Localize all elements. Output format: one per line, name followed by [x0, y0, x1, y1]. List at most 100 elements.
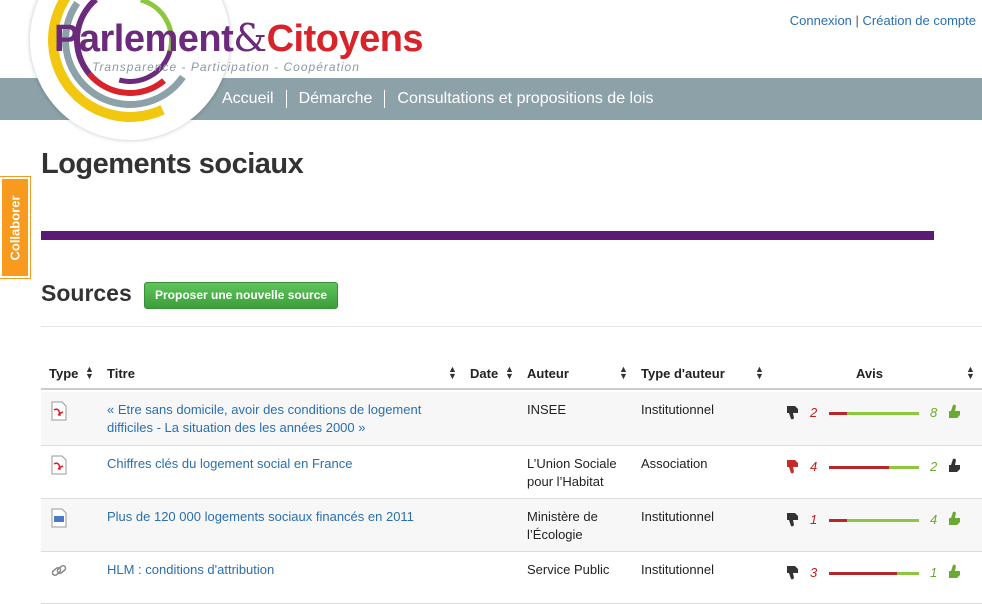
source-title-cell: Plus de 120 000 logements sociaux financ… [107, 508, 447, 526]
tab-avis-expertises[interactable]: Avis et expertises [262, 202, 438, 231]
document-file-icon [51, 508, 67, 528]
sort-icon[interactable]: ▲ ▼ [755, 365, 764, 381]
col-avis[interactable]: Avis [856, 366, 883, 381]
for-count: 4 [930, 512, 938, 527]
source-author-type: Institutionnel [641, 402, 714, 417]
avis-widget: 1 4 [784, 510, 974, 530]
source-author-type: Association [641, 456, 708, 471]
for-count: 2 [930, 459, 938, 474]
sort-icon[interactable]: ▲ ▼ [448, 365, 457, 381]
tab-label: Synthèse [445, 208, 512, 225]
vote-bar [829, 572, 919, 575]
pdf-file-icon [51, 401, 67, 421]
vote-bar-against [829, 519, 847, 522]
tab-label: Proposition de Loi [619, 208, 748, 225]
section-divider [41, 326, 982, 327]
main-nav: Accueil Démarche Consultations et propos… [210, 78, 666, 120]
tab-proposition-de-loi[interactable]: Proposition de Loi [599, 202, 776, 231]
source-title-cell: HLM : conditions d'attribution [107, 561, 447, 579]
source-title-cell: Chiffres clés du logement social en Fran… [107, 455, 447, 473]
source-title-cell: « Etre sans domicile, avoir des conditio… [107, 401, 447, 437]
section-title: Sources [41, 280, 132, 306]
nav-demarche[interactable]: Démarche [285, 90, 385, 108]
tagline: Transparence - Participation - Coopérati… [92, 60, 360, 74]
for-count: 8 [930, 405, 938, 420]
against-count: 2 [810, 405, 818, 420]
logo-ampersand: & [233, 16, 267, 60]
source-title-link[interactable]: « Etre sans domicile, avoir des conditio… [107, 402, 421, 435]
login-link[interactable]: Connexion [790, 13, 852, 28]
avis-widget: 2 8 [784, 403, 974, 423]
site-logo[interactable]: Parlement&Citoyens [54, 16, 424, 61]
sort-icon[interactable]: ▲ ▼ [85, 365, 94, 381]
page-title: Logements sociaux [41, 148, 304, 180]
auth-links: Connexion | Création de compte [790, 13, 976, 28]
logo-text-citoyens: Citoyens [266, 18, 424, 60]
tab-presentation[interactable]: Présentation [41, 202, 167, 231]
source-author-type: Institutionnel [641, 562, 714, 577]
source-author: Service Public [527, 562, 610, 577]
collaborer-label: Collaborer [7, 194, 23, 261]
thumbs-down-icon[interactable] [784, 563, 802, 581]
vote-bar [829, 412, 919, 415]
vote-bar-against [829, 572, 897, 575]
propose-source-button[interactable]: Proposer une nouvelle source [144, 282, 339, 309]
for-count: 1 [930, 565, 938, 580]
col-date[interactable]: Date [470, 366, 498, 381]
col-type[interactable]: Type [49, 366, 78, 381]
thumbs-up-icon[interactable] [946, 403, 964, 421]
tab-synthese[interactable]: Synthèse [425, 202, 530, 231]
avis-widget: 3 1 [784, 563, 974, 583]
col-titre[interactable]: Titre [107, 366, 135, 381]
tab-label: Mobilisation et suivi [785, 208, 924, 225]
sort-icon[interactable]: ▲ ▼ [619, 365, 628, 381]
auth-separator: | [855, 13, 859, 28]
source-author: Ministère de l’Écologie [527, 509, 598, 542]
source-title-link[interactable]: Plus de 120 000 logements sociaux financ… [107, 509, 414, 524]
vote-bar-against [829, 412, 847, 415]
tab-label: Débat [539, 208, 582, 225]
col-type-auteur[interactable]: Type d'auteur [641, 366, 725, 381]
tab-label: Avis et expertises [282, 208, 408, 225]
vote-bar [829, 519, 919, 522]
against-count: 3 [810, 565, 818, 580]
table-row: Plus de 120 000 logements sociaux financ… [41, 499, 982, 552]
table-row: Chiffres clés du logement social en Fran… [41, 446, 982, 499]
table-row: « Etre sans domicile, avoir des conditio… [41, 392, 982, 446]
pdf-file-icon [51, 455, 67, 475]
thumbs-up-icon[interactable] [946, 563, 964, 581]
tab-label: Sources [176, 208, 235, 225]
source-title-link[interactable]: HLM : conditions d'attribution [107, 562, 274, 577]
avis-widget: 4 2 [784, 457, 974, 477]
against-count: 4 [810, 459, 818, 474]
thumbs-down-icon[interactable] [784, 403, 802, 421]
source-author: L’Union Sociale pour l’Habitat [527, 456, 617, 489]
nav-consultations[interactable]: Consultations et propositions de lois [384, 90, 665, 108]
source-title-link[interactable]: Chiffres clés du logement social en Fran… [107, 456, 352, 471]
col-auteur[interactable]: Auteur [527, 366, 569, 381]
against-count: 1 [810, 512, 818, 527]
table-header: Type ▲ ▼ Titre ▲ ▼ Date ▲ ▼ Auteur ▲ ▼ Type … [41, 356, 982, 390]
link-icon [51, 564, 67, 577]
source-author: INSEE [527, 402, 567, 417]
thumbs-down-icon[interactable] [784, 510, 802, 528]
register-link[interactable]: Création de compte [863, 13, 976, 28]
table-row: HLM : conditions d'attribution Service P… [41, 552, 982, 604]
sort-icon[interactable]: ▲ ▼ [966, 365, 975, 381]
tab-label: Présentation [49, 208, 139, 225]
tab-sources[interactable]: Sources [156, 202, 273, 231]
tab-debat[interactable]: Débat [519, 202, 610, 231]
step-tabs: Présentation Sources Avis et expertises … [41, 202, 971, 231]
tab-mobilisation-suivi[interactable]: Mobilisation et suivi [765, 202, 951, 231]
nav-accueil[interactable]: Accueil [210, 90, 286, 108]
steps-underline [41, 231, 934, 240]
source-author-type: Institutionnel [641, 509, 714, 524]
thumbs-down-icon[interactable] [784, 457, 802, 475]
vote-bar [829, 466, 919, 469]
thumbs-up-icon[interactable] [946, 510, 964, 528]
sort-icon[interactable]: ▲ ▼ [505, 365, 514, 381]
collaborer-tab[interactable]: Collaborer [0, 176, 31, 279]
vote-bar-against [829, 466, 889, 469]
logo-text-parlement: Parlement [54, 18, 234, 60]
thumbs-up-icon[interactable] [946, 457, 964, 475]
